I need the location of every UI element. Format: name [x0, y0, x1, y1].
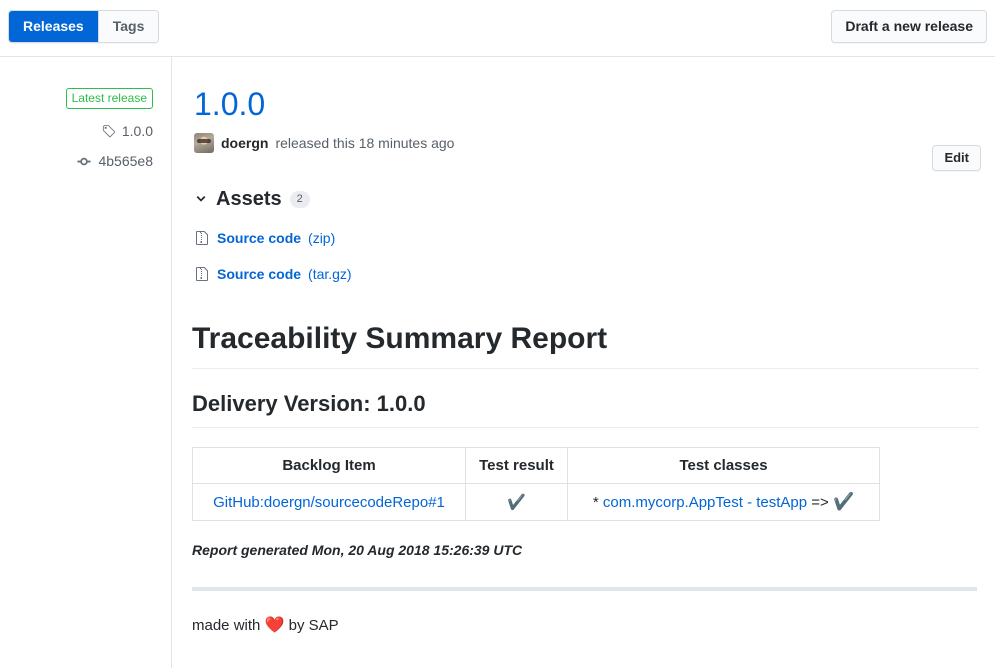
- tag-name: 1.0.0: [121, 123, 153, 139]
- release-sidebar: Latest release 1.0.0 4b565e8: [0, 57, 172, 668]
- commit-icon: [76, 154, 92, 169]
- heart-icon: ❤️: [264, 617, 285, 634]
- column-header-backlog-item: Backlog Item: [192, 447, 466, 484]
- asset-row-targz[interactable]: Source code (tar.gz): [194, 265, 979, 283]
- footer-prefix: made with: [192, 617, 265, 634]
- column-header-test-result: Test result: [465, 447, 568, 484]
- footer-suffix: by SAP: [284, 617, 339, 634]
- test-classes-prefix: *: [592, 494, 603, 511]
- test-class-result: ✔️: [832, 492, 855, 511]
- edit-release-button[interactable]: Edit: [932, 145, 981, 171]
- release-content: Edit 1.0.0 doergn released this 18 minut…: [172, 57, 995, 668]
- tag-row[interactable]: 1.0.0: [0, 123, 153, 139]
- asset-name-zip[interactable]: Source code: [217, 229, 301, 247]
- report-subtitle: Delivery Version: 1.0.0: [192, 390, 979, 428]
- commit-row[interactable]: 4b565e8: [0, 153, 153, 169]
- release-byline-text: released this 18 minutes ago: [275, 135, 455, 151]
- table-header-row: Backlog Item Test result Test classes: [192, 447, 880, 484]
- asset-ext-targz: (tar.gz): [308, 266, 352, 282]
- file-zip-icon: [196, 231, 208, 245]
- chevron-down-icon: [196, 195, 206, 202]
- top-bar: Releases Tags Draft a new release: [0, 0, 995, 57]
- release-tabs: Releases Tags: [8, 10, 160, 43]
- tab-releases[interactable]: Releases: [9, 11, 98, 42]
- tab-tags[interactable]: Tags: [97, 11, 159, 42]
- report-title: Traceability Summary Report: [192, 319, 979, 369]
- latest-release-badge: Latest release: [65, 88, 153, 109]
- test-class-link[interactable]: com.mycorp.AppTest - testApp: [603, 494, 807, 511]
- assets-label: Assets: [216, 188, 282, 210]
- page-body: Latest release 1.0.0 4b565e8 Edit 1.0.0 …: [0, 57, 995, 668]
- backlog-item-link[interactable]: GitHub:doergn/sourcecodeRepo#1: [213, 494, 445, 511]
- traceability-table: Backlog Item Test result Test classes Gi…: [192, 447, 880, 521]
- test-classes-arrow: =>: [807, 494, 833, 511]
- section-divider: [192, 587, 977, 591]
- file-zip-icon: [196, 267, 208, 281]
- commit-sha: 4b565e8: [98, 153, 153, 169]
- column-header-test-classes: Test classes: [567, 447, 880, 484]
- table-row: GitHub:doergn/sourcecodeRepo#1 ✔️ * com.…: [192, 483, 880, 521]
- asset-name-targz[interactable]: Source code: [217, 265, 301, 283]
- assets-header[interactable]: Assets 2: [194, 187, 979, 211]
- release-byline: doergn released this 18 minutes ago: [194, 133, 979, 153]
- asset-row-zip[interactable]: Source code (zip): [194, 229, 979, 247]
- tag-icon: [101, 124, 116, 139]
- asset-ext-zip: (zip): [308, 230, 336, 246]
- release-author[interactable]: doergn: [221, 133, 268, 153]
- traceability-report: Traceability Summary Report Delivery Ver…: [190, 319, 979, 637]
- cell-backlog-item: GitHub:doergn/sourcecodeRepo#1: [192, 483, 466, 521]
- made-with-footer: made with ❤️ by SAP: [192, 615, 979, 637]
- assets-count: 2: [289, 190, 310, 208]
- avatar: [194, 133, 214, 153]
- cell-test-result: ✔️: [465, 483, 568, 521]
- release-title-link[interactable]: 1.0.0: [194, 85, 265, 123]
- draft-new-release-button[interactable]: Draft a new release: [831, 10, 987, 43]
- cell-test-classes: * com.mycorp.AppTest - testApp => ✔️: [567, 483, 880, 521]
- report-generated-timestamp: Report generated Mon, 20 Aug 2018 15:26:…: [192, 542, 523, 558]
